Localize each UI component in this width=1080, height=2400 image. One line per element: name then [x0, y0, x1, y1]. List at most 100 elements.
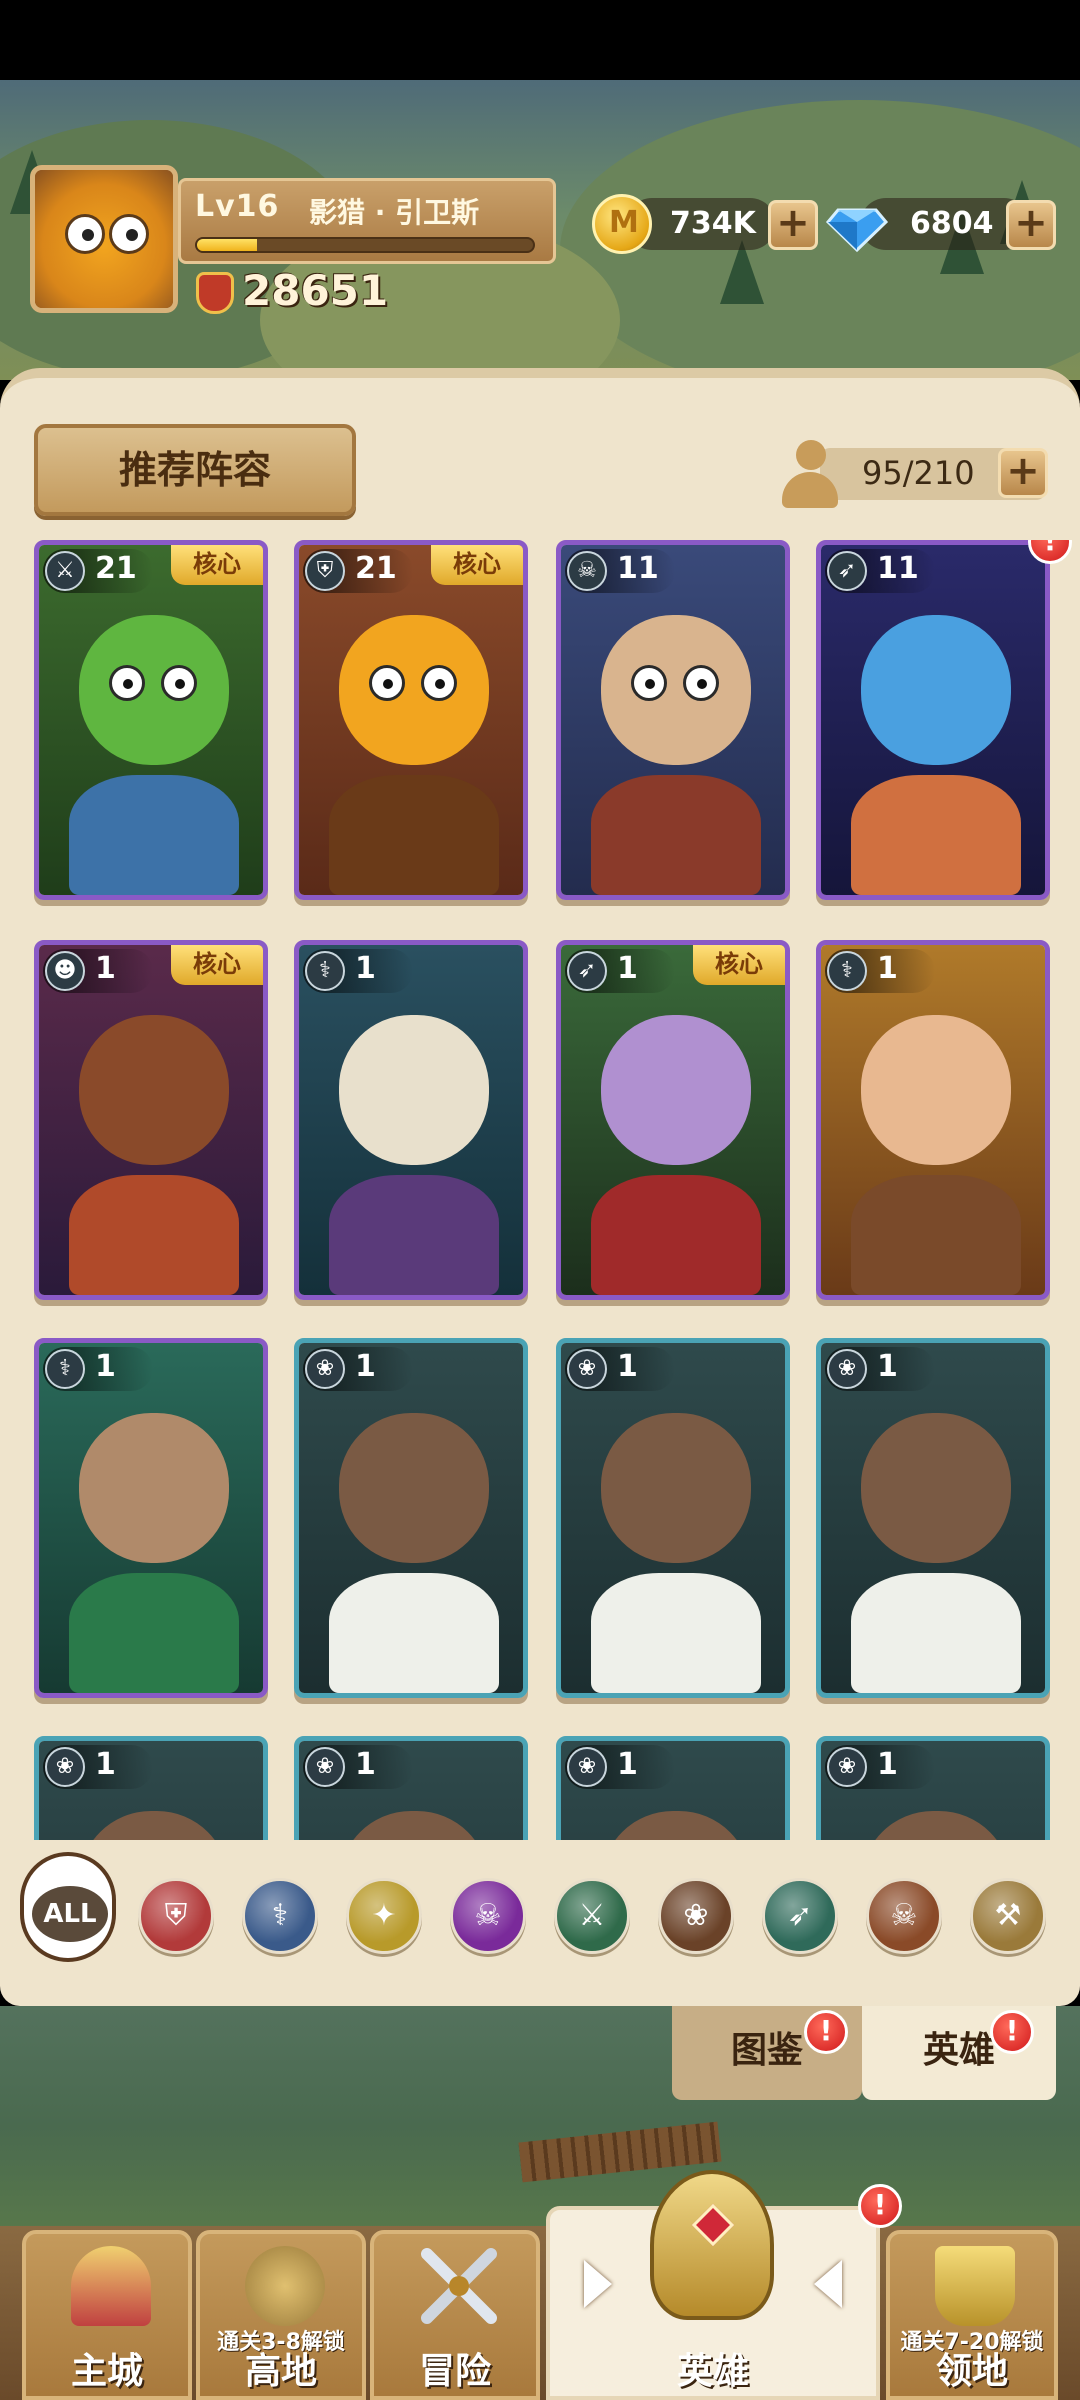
hero-body — [329, 775, 499, 895]
hero-card[interactable]: ⚕ 1 — [34, 1338, 268, 1698]
hero-eye — [369, 665, 405, 701]
hero-body — [851, 1573, 1021, 1693]
hero-head — [861, 1413, 1011, 1563]
filter-all-button[interactable]: ALL — [20, 1852, 116, 1962]
hero-card[interactable]: ☠ 11 — [556, 540, 790, 900]
paw-icon: ❀ — [827, 1349, 867, 1389]
filter-shield-button[interactable]: ⛨ — [138, 1878, 214, 1954]
hero-card[interactable]: ➶ 11 — [816, 540, 1050, 900]
hero-eye — [109, 665, 145, 701]
avatar-eye-left — [65, 214, 105, 254]
arrow-left-icon — [814, 2260, 842, 2308]
hero-card[interactable]: ❀ 1 — [294, 1338, 528, 1698]
power-shield-icon — [196, 272, 234, 314]
coin-symbol: M — [609, 205, 639, 240]
recommended-lineup-button[interactable]: 推荐阵容 — [34, 424, 356, 516]
diamond-icon — [826, 208, 888, 253]
gold-amount: 734K — [670, 206, 756, 241]
crossed-swords-icon: ⚔ — [578, 1898, 606, 1933]
filter-all-label: ALL — [32, 1886, 108, 1942]
hero-head — [79, 1413, 229, 1563]
nav-heroes-label: 英雄 — [676, 2351, 749, 2392]
xp-bar-fill — [197, 239, 258, 251]
hero-card[interactable]: ❀ 1 — [556, 1338, 790, 1698]
hero-head — [861, 615, 1011, 765]
filter-paw-button[interactable]: ❀ — [658, 1878, 734, 1954]
shield-icon: ⛨ — [164, 1898, 188, 1933]
hero-card[interactable]: ❀ 1 — [816, 1338, 1050, 1698]
hero-head — [79, 1015, 229, 1165]
hero-level: 1 — [617, 1747, 638, 1782]
hero-body — [591, 1175, 761, 1295]
nav-adventure[interactable]: 冒险 — [370, 2230, 540, 2400]
hero-head — [861, 1015, 1011, 1165]
filter-staff-button[interactable]: ⚕ — [242, 1878, 318, 1954]
heroes-tab-alert-badge: ! — [990, 2010, 1034, 2054]
staff-icon: ⚕ — [827, 951, 867, 991]
bow-icon: ➶ — [787, 1898, 813, 1933]
player-level: Lv16 — [195, 189, 280, 224]
player-avatar[interactable] — [30, 165, 178, 313]
hero-card[interactable]: ➶ 1 核心 — [556, 940, 790, 1300]
hero-card[interactable]: ❀ 1 — [816, 1736, 1050, 1840]
hero-level: 11 — [877, 551, 919, 586]
hero-eye — [161, 665, 197, 701]
hero-level: 11 — [617, 551, 659, 586]
hero-head — [79, 615, 229, 765]
staff-icon: ⚕ — [45, 1349, 85, 1389]
hero-card[interactable]: ⚕ 1 — [816, 940, 1050, 1300]
hero-head — [339, 615, 489, 765]
status-bar — [0, 0, 1080, 80]
crossed-swords-icon — [421, 2248, 497, 2324]
filter-eagle-button[interactable]: ✦ — [346, 1878, 422, 1954]
monkey-icon: ☻ — [45, 951, 85, 991]
filter-horned-skull-button[interactable]: ☠ — [866, 1878, 942, 1954]
helmet-icon — [650, 2170, 774, 2320]
expand-roster-button[interactable]: + — [998, 448, 1048, 498]
filter-crossed-swords-button[interactable]: ⚔ — [554, 1878, 630, 1954]
hero-card[interactable]: ⚕ 1 — [294, 940, 528, 1300]
filter-bow-button[interactable]: ➶ — [762, 1878, 838, 1954]
nav-main-city[interactable]: 主城 — [22, 2230, 192, 2400]
hero-card[interactable]: ❀ 1 — [556, 1736, 790, 1840]
shield-icon: ⛨ — [305, 551, 345, 591]
hero-eye — [421, 665, 457, 701]
player-name-plate: Lv16 影猎 · 引卫斯 — [178, 178, 556, 264]
hero-grid: ⚔ 21 核心 ⛨ 21 核心 ☠ 11 ➶ 11! ☻ 1 核心 ⚕ 1 ➶ 1 核心 ⚕ 1 ⚕ 1 ❀ 1 ❀ 1 ❀ 1 ❀ 1 ❀… — [0, 540, 1080, 1840]
crossed-swords-icon: ⚔ — [45, 551, 85, 591]
hero-level: 21 — [355, 551, 397, 586]
add-gold-button[interactable]: + — [768, 200, 818, 250]
hero-level: 1 — [95, 1349, 116, 1384]
shell-icon — [245, 2246, 325, 2326]
hero-level: 1 — [95, 1747, 116, 1782]
hero-level: 1 — [355, 951, 376, 986]
nav-territory[interactable]: 通关7-20解锁 领地 — [886, 2230, 1058, 2400]
hero-head — [339, 1413, 489, 1563]
nav-adventure-label: 冒险 — [418, 2351, 491, 2392]
hero-card[interactable]: ☻ 1 核心 — [34, 940, 268, 1300]
hero-level: 1 — [355, 1349, 376, 1384]
hero-card[interactable]: ❀ 1 — [34, 1736, 268, 1840]
hero-body — [329, 1573, 499, 1693]
hero-body — [329, 1175, 499, 1295]
core-hero-badge: 核心 — [431, 545, 523, 585]
eagle-icon: ✦ — [371, 1898, 397, 1933]
nav-highland[interactable]: 通关3-8解锁 高地 — [196, 2230, 366, 2400]
add-gems-button[interactable]: + — [1006, 200, 1056, 250]
hammer-icon: ⚒ — [994, 1898, 1022, 1933]
roster-count: 95/210 — [862, 454, 975, 492]
hero-level: 1 — [617, 951, 638, 986]
codex-alert-badge: ! — [804, 2010, 848, 2054]
hero-body — [591, 1573, 761, 1693]
staff-icon: ⚕ — [305, 951, 345, 991]
filter-hammer-button[interactable]: ⚒ — [970, 1878, 1046, 1954]
hero-card[interactable]: ❀ 1 — [294, 1736, 528, 1840]
hero-card[interactable]: ⚔ 21 核心 — [34, 540, 268, 900]
hero-card[interactable]: ⛨ 21 核心 — [294, 540, 528, 900]
filter-skull-button[interactable]: ☠ — [450, 1878, 526, 1954]
hero-head — [601, 1413, 751, 1563]
paw-icon: ❀ — [305, 1349, 345, 1389]
hero-body — [69, 1573, 239, 1693]
horned-skull-icon: ☠ — [567, 551, 607, 591]
hero-level: 1 — [617, 1349, 638, 1384]
